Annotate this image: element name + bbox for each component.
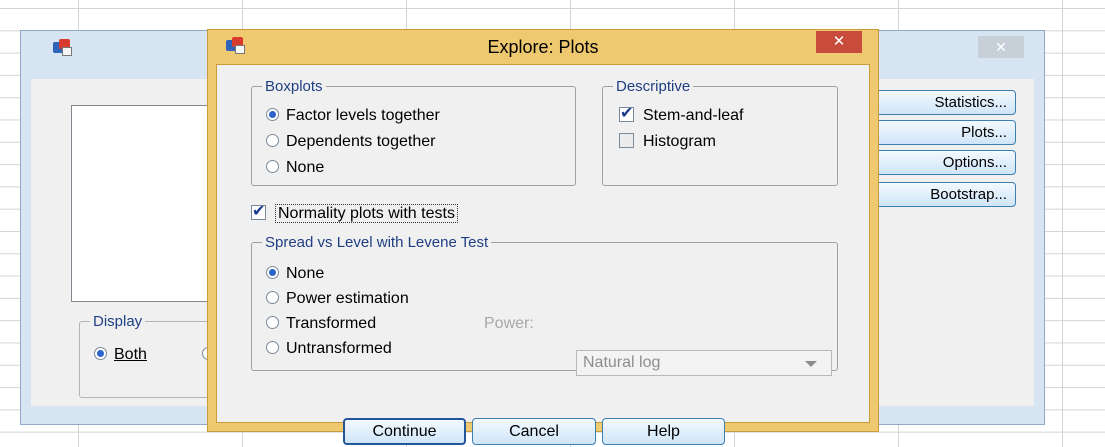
untransformed-label: Untransformed — [286, 340, 392, 357]
power-dropdown[interactable]: Natural log — [576, 350, 832, 376]
dependents-together-radio[interactable]: Dependents together — [266, 133, 435, 151]
statistics-button[interactable]: Statistics... — [859, 90, 1016, 115]
dialog-body: Boxplots Factor levels together Dependen… — [216, 64, 870, 445]
descriptive-group: Descriptive Stem-and-leaf Histogram — [602, 78, 838, 186]
power-estimation-radio[interactable]: Power estimation — [266, 290, 409, 308]
spread-none-label: None — [286, 265, 325, 282]
stem-and-leaf-checkbox[interactable]: Stem-and-leaf — [619, 104, 744, 125]
options-button[interactable]: Options... — [859, 150, 1016, 175]
normality-plots-checkbox[interactable]: Normality plots with tests — [251, 202, 458, 223]
spread-none-radio[interactable]: None — [266, 265, 324, 283]
boxplots-group-title: Boxplots — [262, 78, 326, 95]
power-estimation-label: Power estimation — [286, 290, 409, 307]
bootstrap-button[interactable]: Bootstrap... — [859, 182, 1016, 207]
explore-close-button[interactable]: ✕ — [978, 36, 1024, 58]
radio-icon — [266, 341, 279, 354]
radio-icon — [94, 347, 107, 360]
histogram-label: Histogram — [643, 133, 716, 150]
power-dropdown-value: Natural log — [583, 354, 661, 371]
radio-icon — [266, 160, 279, 173]
radio-icon — [266, 291, 279, 304]
radio-icon — [266, 266, 279, 279]
stem-and-leaf-label: Stem-and-leaf — [643, 107, 744, 124]
checkbox-icon — [619, 133, 634, 148]
spread-vs-level-title: Spread vs Level with Levene Test — [262, 234, 492, 251]
display-group-title: Display — [90, 313, 146, 330]
dialog-titlebar[interactable]: Explore: Plots ✕ — [208, 30, 878, 64]
factor-levels-label: Factor levels together — [286, 107, 440, 124]
help-button[interactable]: Help — [602, 418, 725, 445]
checkmark-icon — [619, 104, 634, 122]
histogram-checkbox[interactable]: Histogram — [619, 133, 716, 151]
dialog-close-button[interactable]: ✕ — [816, 31, 862, 53]
display-both-label: Both — [114, 346, 147, 363]
continue-button[interactable]: Continue — [343, 418, 466, 445]
display-both-radio[interactable]: Both — [94, 346, 147, 364]
radio-icon — [266, 108, 279, 121]
untransformed-radio[interactable]: Untransformed — [266, 340, 392, 358]
radio-icon — [266, 134, 279, 147]
checkmark-icon — [251, 202, 266, 220]
plots-button[interactable]: Plots... — [859, 120, 1016, 145]
boxplots-group: Boxplots Factor levels together Dependen… — [251, 78, 576, 186]
dependents-together-label: Dependents together — [286, 133, 436, 150]
cancel-button[interactable]: Cancel — [472, 418, 596, 445]
explore-plots-dialog: Explore: Plots ✕ Boxplots Factor levels … — [207, 29, 879, 445]
descriptive-group-title: Descriptive — [613, 78, 694, 95]
normality-plots-label: Normality plots with tests — [275, 204, 458, 223]
variable-list[interactable] — [71, 105, 223, 302]
dialog-title: Explore: Plots — [487, 37, 599, 57]
transformed-radio[interactable]: Transformed — [266, 315, 376, 333]
transformed-label: Transformed — [286, 315, 377, 332]
boxplots-none-label: None — [286, 159, 325, 176]
boxplots-none-radio[interactable]: None — [266, 159, 324, 177]
factor-levels-radio[interactable]: Factor levels together — [266, 107, 440, 125]
spss-app-icon — [53, 39, 72, 56]
power-label: Power: — [484, 315, 534, 332]
radio-icon — [266, 316, 279, 329]
chevron-down-icon — [805, 361, 817, 367]
